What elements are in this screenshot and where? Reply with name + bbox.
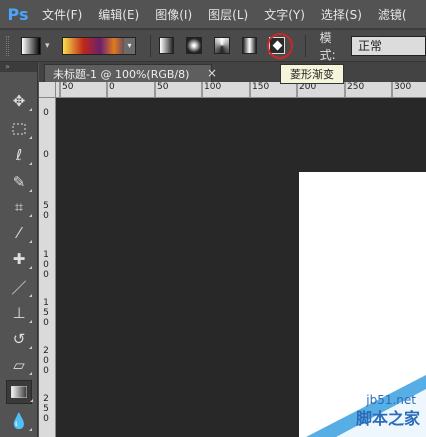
separator <box>304 34 306 57</box>
panel-collapse-icon[interactable]: » <box>0 62 37 72</box>
tools-panel: » ✥ ℓ ✎ ⌗ ⁄ ✚ ／ ⊥ ↺ ▱ 💧 <box>0 62 38 437</box>
gradient-preview <box>62 37 131 54</box>
ruler-h-label: 0 <box>109 82 115 92</box>
menu-bar: Ps 文件(F) 编辑(E) 图像(I) 图层(L) 文字(Y) 选择(S) 滤… <box>0 0 426 28</box>
menu-edit[interactable]: 编辑(E) <box>98 6 139 23</box>
options-grip[interactable] <box>6 35 9 56</box>
lasso-tool-icon[interactable]: ℓ <box>8 144 32 166</box>
options-bar: ▾ ▾ 模式: 正常 <box>0 30 426 62</box>
ruler-h-label: 50 <box>62 82 74 92</box>
mode-value: 正常 <box>358 39 383 53</box>
ruler-h-label: 100 <box>204 82 222 92</box>
gradient-dropdown-button[interactable]: ▾ <box>123 36 136 55</box>
reflected-gradient-button[interactable] <box>241 37 258 54</box>
marquee-tool-icon[interactable] <box>8 118 32 140</box>
photoshop-logo: Ps <box>7 4 29 24</box>
tool-preset-picker[interactable] <box>20 36 42 55</box>
ruler-origin[interactable] <box>39 82 56 98</box>
mode-select[interactable]: 正常 <box>351 35 426 56</box>
tooltip: 菱形渐变 <box>280 64 344 84</box>
document-tab-title: 未标题-1 @ 100%(RGB/8) <box>53 67 190 81</box>
healing-brush-tool-icon[interactable]: ✚ <box>8 248 32 270</box>
brush-tool-icon[interactable]: ／ <box>8 276 32 298</box>
angle-gradient-button[interactable] <box>214 37 230 54</box>
blur-tool-icon[interactable]: 💧 <box>8 410 32 432</box>
crop-tool-icon[interactable]: ⌗ <box>8 196 32 218</box>
ruler-h-label: 250 <box>347 82 365 92</box>
close-icon[interactable]: × <box>207 66 217 80</box>
document-tab[interactable]: 未标题-1 @ 100%(RGB/8) × <box>44 64 217 82</box>
menu-type[interactable]: 文字(Y) <box>264 6 305 23</box>
ruler-v-label: 1 5 0 <box>43 298 49 328</box>
mode-label: 模式: <box>319 30 336 62</box>
watermark-name: 脚本之家 <box>355 409 420 428</box>
menu-file[interactable]: 文件(F) <box>42 6 82 23</box>
ruler-v-label: 2 0 0 <box>43 346 49 376</box>
ruler-h-label: 300 <box>394 82 412 92</box>
ruler-h-label: 50 <box>157 82 169 92</box>
highlight-circle <box>267 33 293 59</box>
menu-image[interactable]: 图像(I) <box>155 6 192 23</box>
history-brush-tool-icon[interactable]: ↺ <box>8 328 32 350</box>
separator <box>149 34 151 57</box>
gradient-tool-shape <box>11 386 27 398</box>
tab-bar: 未标题-1 @ 100%(RGB/8) × <box>39 62 426 82</box>
gradient-tool-icon[interactable] <box>6 380 33 404</box>
vertical-ruler[interactable]: 0 0 5 0 1 0 0 1 5 0 2 0 0 2 5 0 <box>39 98 56 437</box>
menu-select[interactable]: 选择(S) <box>321 6 362 23</box>
horizontal-ruler[interactable]: 50 0 50 100 150 200 250 300 <box>56 82 426 98</box>
chevron-down-icon[interactable]: ▾ <box>45 41 50 51</box>
ruler-v-label: 0 <box>43 150 49 160</box>
menu-layer[interactable]: 图层(L) <box>208 6 248 23</box>
ruler-h-label: 150 <box>252 82 270 92</box>
ruler-v-label: 0 <box>43 108 49 118</box>
eyedropper-tool-icon[interactable]: ⁄ <box>8 222 32 244</box>
move-tool-icon[interactable]: ✥ <box>8 90 32 112</box>
ruler-v-label: 5 0 <box>43 201 49 221</box>
eraser-tool-icon[interactable]: ▱ <box>8 354 32 376</box>
menu-filter[interactable]: 滤镜( <box>378 6 407 23</box>
ruler-v-label: 1 0 0 <box>43 250 49 280</box>
linear-gradient-button[interactable] <box>158 37 175 54</box>
gradient-editor-swatch[interactable]: ▾ <box>61 36 136 55</box>
radial-gradient-button[interactable] <box>186 37 203 54</box>
ruler-v-label: 2 5 0 <box>43 394 49 424</box>
marquee-shape <box>12 123 26 135</box>
quick-selection-tool-icon[interactable]: ✎ <box>8 171 32 193</box>
clone-stamp-tool-icon[interactable]: ⊥ <box>8 302 32 324</box>
